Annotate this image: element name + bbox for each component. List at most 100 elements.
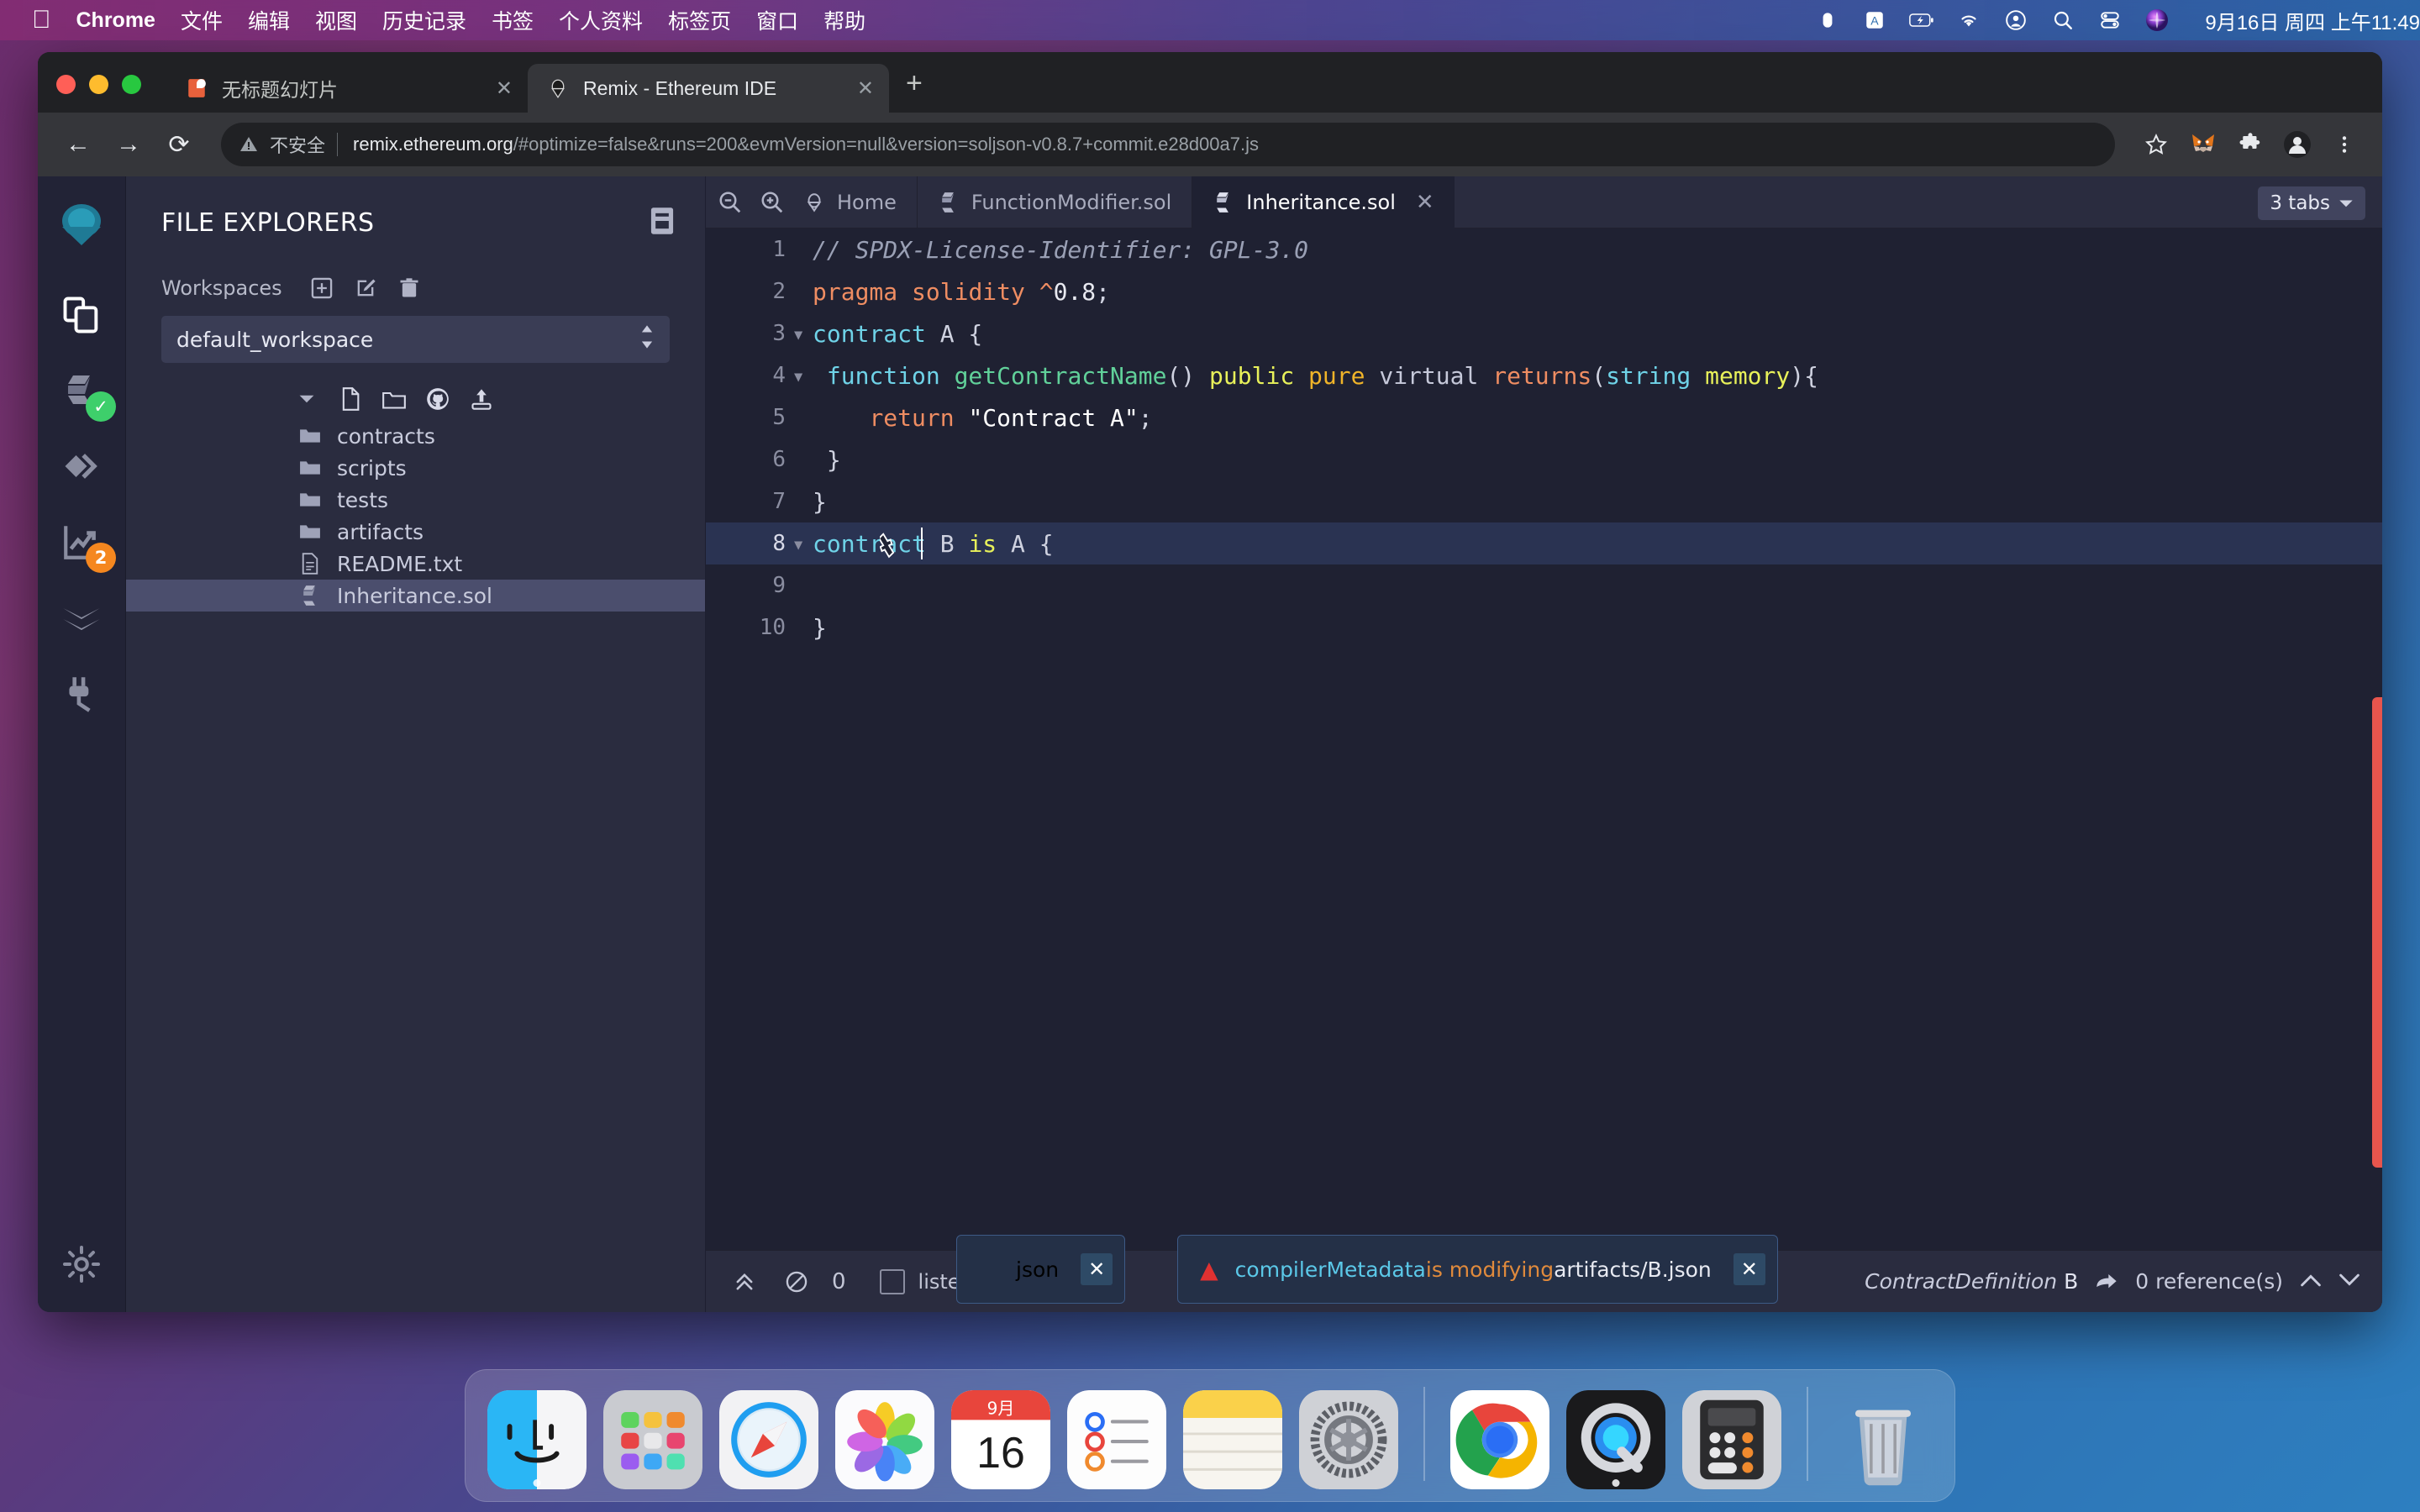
screen-record-icon[interactable]	[1815, 8, 1840, 33]
new-folder-icon[interactable]	[381, 386, 407, 412]
metamask-fox-icon[interactable]	[2184, 125, 2223, 164]
wifi-icon[interactable]	[1956, 8, 1981, 33]
close-icon[interactable]: ✕	[1733, 1253, 1765, 1285]
workspace-panel-icon[interactable]	[650, 207, 675, 239]
dock-item-calculator[interactable]	[1682, 1390, 1781, 1489]
close-icon[interactable]: ✕	[1416, 190, 1434, 215]
fold-arrow-icon[interactable]: ▼	[794, 323, 813, 344]
code-line[interactable]: 10}	[706, 606, 2382, 648]
code-line[interactable]: 5 return "Contract A";	[706, 396, 2382, 438]
delete-workspace-icon[interactable]	[397, 276, 422, 301]
settings-gear-icon[interactable]	[55, 1238, 108, 1290]
listen-network-checkbox[interactable]	[879, 1268, 905, 1294]
code-line[interactable]: 2 pragma solidity ^0.8;	[706, 270, 2382, 312]
code-line[interactable]: 8 ▼ contract B is A {	[706, 522, 2382, 564]
editor-tab-home[interactable]: Home	[790, 176, 917, 228]
code-line[interactable]: 3 ▼ contract A {	[706, 312, 2382, 354]
code-line[interactable]: 1 // SPDX-License-Identifier: GPL-3.0	[706, 228, 2382, 270]
edit-workspace-icon[interactable]	[353, 276, 378, 301]
browser-tab-remix[interactable]: Remix - Ethereum IDE ✕	[528, 64, 889, 113]
menu-item-profiles[interactable]: 个人资料	[559, 5, 643, 35]
dock-item-calendar[interactable]: 9月 16	[951, 1390, 1050, 1489]
dock-item-system-preferences[interactable]	[1299, 1390, 1398, 1489]
toast-notification[interactable]: ▲ compilerMetadata is modifying artifact…	[1177, 1235, 1778, 1304]
new-file-icon[interactable]	[338, 386, 363, 412]
display-toggle-icon[interactable]	[2097, 8, 2123, 33]
list-item[interactable]: Inheritance.sol	[126, 580, 705, 612]
deploy-run-icon[interactable]	[55, 440, 108, 492]
menu-clock[interactable]: 9月16日 周四 上午11:49	[2205, 6, 2420, 35]
menu-item-window[interactable]: 窗口	[756, 5, 798, 35]
file-explorer-icon[interactable]	[55, 289, 108, 341]
minimize-window-button[interactable]	[89, 75, 108, 94]
menu-item-view[interactable]: 视图	[315, 5, 357, 35]
reload-button[interactable]: ⟳	[157, 123, 201, 166]
forward-button[interactable]: →	[107, 123, 150, 166]
menu-item-help[interactable]: 帮助	[823, 5, 865, 35]
list-item[interactable]: scripts	[126, 452, 705, 484]
solidity-analysis-icon[interactable]: 2	[55, 516, 116, 573]
bookmark-star-icon[interactable]	[2137, 125, 2175, 164]
dock-item-chrome[interactable]	[1450, 1390, 1549, 1489]
close-icon[interactable]: ✕	[496, 76, 513, 101]
dock-item-launchpad[interactable]	[603, 1390, 702, 1489]
editor-tab-inheritance[interactable]: Inheritance.sol ✕	[1192, 176, 1455, 228]
fold-arrow-icon[interactable]: ▼	[794, 533, 813, 554]
list-item[interactable]: README.txt	[126, 548, 705, 580]
control-center-icon[interactable]	[2003, 8, 2028, 33]
add-workspace-icon[interactable]	[309, 276, 334, 301]
menu-item-history[interactable]: 历史记录	[382, 5, 466, 35]
code-line[interactable]: 7}	[706, 480, 2382, 522]
battery-charging-icon[interactable]	[1909, 8, 1934, 33]
close-icon[interactable]: ✕	[857, 76, 874, 101]
zoom-out-icon[interactable]	[713, 185, 748, 220]
solidity-compiler-icon[interactable]: ✓	[55, 365, 116, 422]
code-line[interactable]: 4 ▼ function getContractName() public pur…	[706, 354, 2382, 396]
toast-notification[interactable]: json ✕	[956, 1235, 1126, 1304]
list-item[interactable]: contracts	[126, 420, 705, 452]
dock-item-reminders[interactable]	[1067, 1390, 1166, 1489]
jump-to-icon[interactable]	[2095, 1270, 2118, 1294]
testing-icon[interactable]	[55, 591, 108, 643]
new-tab-button[interactable]: +	[889, 69, 939, 113]
dock-item-notes[interactable]	[1183, 1390, 1282, 1489]
menu-item-tabs[interactable]: 标签页	[668, 5, 731, 35]
plugin-manager-icon[interactable]	[55, 667, 108, 719]
workspace-select[interactable]: default_workspace	[161, 316, 670, 363]
address-bar[interactable]: 不安全 remix.ethereum.org/#optimize=false&r…	[221, 123, 2115, 166]
dock-item-quicktime[interactable]	[1566, 1390, 1665, 1489]
close-window-button[interactable]	[56, 75, 76, 94]
menu-item-bookmarks[interactable]: 书签	[492, 5, 534, 35]
list-item[interactable]: artifacts	[126, 516, 705, 548]
menu-item-file[interactable]: 文件	[181, 5, 223, 35]
code-line[interactable]: 6 }	[706, 438, 2382, 480]
fold-arrow-icon[interactable]: ▼	[794, 365, 813, 386]
no-entry-icon[interactable]	[780, 1265, 813, 1299]
chevron-down-icon[interactable]	[2338, 1273, 2360, 1291]
zoom-in-icon[interactable]	[755, 185, 790, 220]
github-clone-icon[interactable]	[425, 386, 450, 412]
editor-tab-functionmodifier[interactable]: FunctionModifier.sol	[916, 176, 1192, 228]
menu-item-edit[interactable]: 编辑	[248, 5, 290, 35]
maximize-window-button[interactable]	[122, 75, 141, 94]
extensions-puzzle-icon[interactable]	[2231, 125, 2270, 164]
list-item[interactable]: tests	[126, 484, 705, 516]
tab-count-dropdown[interactable]: 3 tabs	[2258, 186, 2365, 220]
close-icon[interactable]: ✕	[1081, 1253, 1113, 1285]
apple-logo-icon[interactable]: 	[32, 8, 51, 33]
back-button[interactable]: ←	[56, 123, 100, 166]
dock-item-photos[interactable]	[835, 1390, 934, 1489]
chevron-down-icon[interactable]	[294, 386, 319, 412]
input-source-icon[interactable]: A	[1862, 8, 1887, 33]
code-editor[interactable]: 1 // SPDX-License-Identifier: GPL-3.0 2 pra…	[706, 228, 2382, 1250]
profile-avatar-icon[interactable]	[2278, 125, 2317, 164]
spotlight-search-icon[interactable]	[2050, 8, 2075, 33]
three-dot-menu-icon[interactable]	[2325, 125, 2364, 164]
siri-icon[interactable]	[2144, 8, 2170, 33]
publish-gist-icon[interactable]	[469, 386, 494, 412]
dock-item-safari[interactable]	[719, 1390, 818, 1489]
dock-item-trash[interactable]	[1833, 1390, 1933, 1489]
menu-app-name[interactable]: Chrome	[76, 8, 155, 33]
code-line[interactable]: 9	[706, 564, 2382, 606]
remix-logo-icon[interactable]	[50, 198, 113, 260]
